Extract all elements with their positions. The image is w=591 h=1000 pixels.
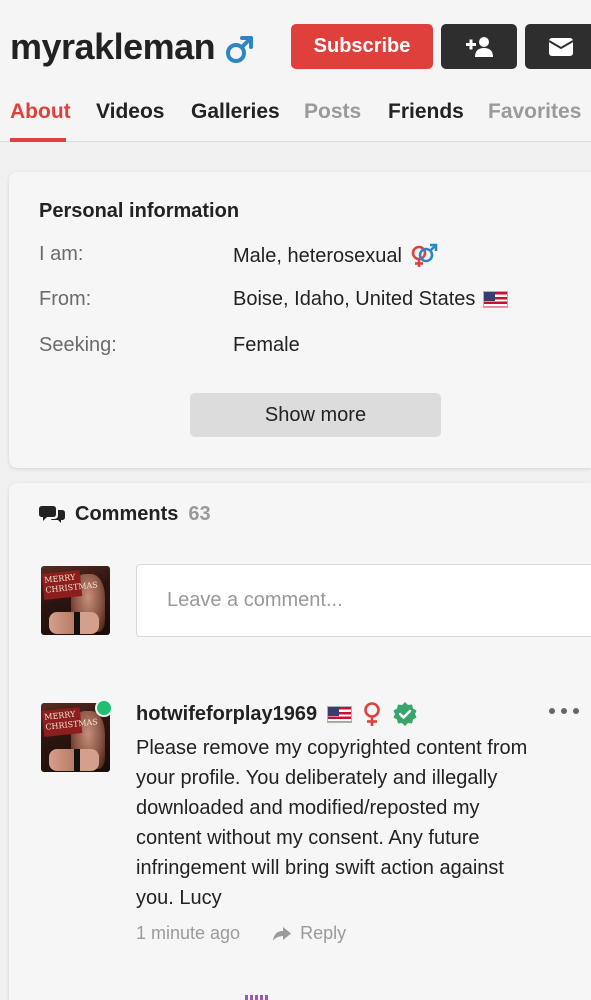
reply-button[interactable]: Reply xyxy=(272,923,346,944)
comment-timestamp: 1 minute ago xyxy=(136,923,241,943)
us-flag-icon xyxy=(483,291,509,308)
next-comment-peek xyxy=(245,995,269,1000)
show-more-button[interactable]: Show more xyxy=(190,393,441,437)
tab-friends[interactable]: Friends xyxy=(388,100,464,124)
message-button[interactable] xyxy=(525,24,591,69)
comment-input[interactable] xyxy=(136,564,591,637)
reply-label: Reply xyxy=(300,923,347,943)
comments-title: Comments xyxy=(75,503,179,525)
speech-bubbles-icon xyxy=(39,505,65,523)
envelope-icon xyxy=(548,37,574,56)
comment-meta: 1 minute ago Reply xyxy=(136,923,346,944)
info-value-i-am: Male, heterosexual xyxy=(233,243,438,269)
info-label-i-am: I am: xyxy=(39,243,84,265)
add-friend-button[interactable] xyxy=(441,24,517,69)
info-value-seeking: Female xyxy=(233,334,300,356)
online-status-dot xyxy=(95,699,113,717)
info-value-from: Boise, Idaho, United States xyxy=(233,288,509,311)
active-tab-indicator xyxy=(10,138,66,142)
profile-username: myrakleman xyxy=(10,26,216,67)
female-symbol-icon xyxy=(364,702,380,726)
comments-card: Comments 63 MERRY CHRISTMAS MERRY CHRIST… xyxy=(9,483,591,1000)
tab-about[interactable]: About xyxy=(10,100,71,124)
tab-posts[interactable]: Posts xyxy=(304,100,361,124)
info-label-from: From: xyxy=(39,288,92,310)
male-symbol-icon xyxy=(226,36,253,63)
orientation-text: Male, heterosexual xyxy=(233,244,402,267)
profile-tabs: About Videos Galleries Posts Friends Fav… xyxy=(0,96,591,142)
comments-header: Comments 63 xyxy=(39,503,211,526)
personal-info-title: Personal information xyxy=(39,200,240,222)
tab-videos[interactable]: Videos xyxy=(96,100,164,124)
tab-favorites[interactable]: Favorites xyxy=(488,100,581,124)
location-text: Boise, Idaho, United States xyxy=(233,288,476,310)
comments-count: 63 xyxy=(188,503,211,525)
comment-author-row: hotwifeforplay1969 xyxy=(136,701,418,727)
us-flag-icon xyxy=(327,705,353,723)
personal-info-card: Personal information I am: Male, heteros… xyxy=(9,172,591,468)
hetero-symbol-icon xyxy=(411,243,438,267)
profile-header: myrakleman Subscribe About Videos Galler… xyxy=(0,0,591,142)
user-plus-icon xyxy=(466,36,493,57)
tab-galleries[interactable]: Galleries xyxy=(191,100,280,124)
comment-author-name[interactable]: hotwifeforplay1969 xyxy=(136,703,317,726)
comment-options-button[interactable] xyxy=(549,701,579,721)
comment-text: Please remove my copyrighted content fro… xyxy=(136,737,528,909)
verified-badge-icon xyxy=(393,702,417,726)
current-user-avatar[interactable]: MERRY CHRISTMAS xyxy=(41,566,110,635)
info-label-seeking: Seeking: xyxy=(39,334,117,356)
reply-arrow-icon xyxy=(273,926,292,941)
subscribe-button[interactable]: Subscribe xyxy=(291,24,433,69)
